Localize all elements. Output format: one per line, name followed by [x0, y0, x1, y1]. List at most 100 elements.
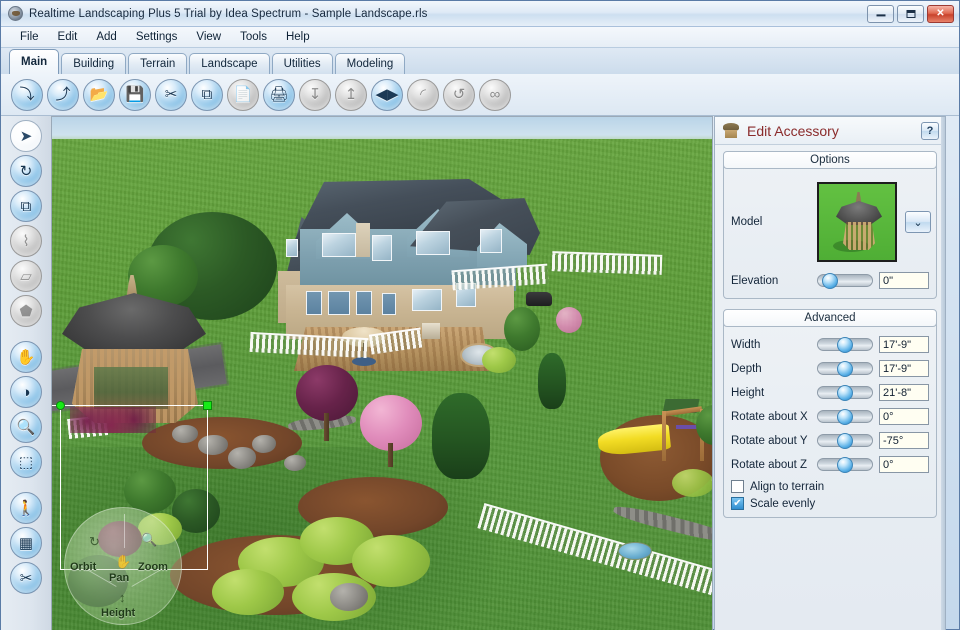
orbit-icon[interactable]: ↻: [89, 534, 100, 550]
minimize-button[interactable]: [867, 5, 894, 23]
rotate-about-y-slider[interactable]: [817, 433, 873, 449]
mirror-button[interactable]: ◀▶: [371, 78, 403, 111]
tab-landscape[interactable]: Landscape: [189, 53, 270, 74]
walkthrough-button[interactable]: 🚶: [10, 492, 42, 524]
menu-item-file[interactable]: File: [11, 29, 48, 45]
parked-car[interactable]: [526, 292, 552, 306]
orbit-view-button[interactable]: ◑: [10, 376, 42, 408]
rotate-about-x-value[interactable]: 0°: [879, 408, 929, 425]
rotate-tool-button[interactable]: ↻: [10, 155, 42, 187]
conifer-center[interactable]: [432, 393, 490, 479]
pond[interactable]: [618, 542, 652, 560]
menu-item-settings[interactable]: Settings: [127, 29, 187, 45]
tab-building[interactable]: Building: [61, 53, 127, 74]
model-dropdown-button[interactable]: ⌄: [905, 211, 931, 233]
shrub-playground[interactable]: [672, 469, 712, 497]
select-arrow-button[interactable]: ➤: [10, 120, 42, 152]
tab-utilities[interactable]: Utilities: [271, 53, 333, 74]
height-slider[interactable]: [817, 385, 873, 401]
rotate-about-y-value[interactable]: -75°: [879, 432, 929, 449]
copy-button[interactable]: ⧉: [191, 78, 223, 111]
depth-label: Depth: [731, 362, 762, 375]
grill[interactable]: [422, 323, 440, 339]
scale-evenly-row[interactable]: Scale evenly: [731, 497, 929, 510]
print-button[interactable]: 🖨: [263, 78, 295, 111]
panel-scrollbar[interactable]: [941, 117, 945, 630]
orbit-view-icon: ◑: [21, 383, 31, 401]
magnifier-icon[interactable]: 🔍: [141, 532, 157, 548]
hand-pan-button[interactable]: ✋: [10, 341, 42, 373]
flowering-shrub-right[interactable]: [556, 307, 582, 333]
close-button[interactable]: ✕: [927, 5, 954, 23]
elevation-value[interactable]: 0": [879, 272, 929, 289]
rotate-about-z-slider[interactable]: [817, 457, 873, 473]
swing-post-left: [662, 411, 666, 461]
magnet-snap-button[interactable]: ✂: [10, 562, 42, 594]
tab-strip: Main Building Terrain Landscape Utilitie…: [1, 48, 959, 74]
elevation-slider-thumb[interactable]: [821, 273, 838, 289]
help-button[interactable]: ?: [921, 121, 939, 140]
grid-terrain-button[interactable]: ▦: [10, 527, 42, 559]
tab-terrain[interactable]: Terrain: [128, 53, 188, 74]
tab-modeling[interactable]: Modeling: [334, 53, 406, 74]
align-to-terrain-checkbox[interactable]: [731, 480, 744, 493]
depth-slider[interactable]: [817, 361, 873, 377]
hand-icon[interactable]: ✋: [115, 554, 131, 570]
elevation-slider[interactable]: [817, 273, 873, 289]
import-icon: 📂: [89, 86, 109, 103]
close-icon: ✕: [936, 8, 945, 19]
tab-main[interactable]: Main: [9, 49, 60, 74]
design-viewport-3d[interactable]: ↻ 🔍 ✋ ↕ Orbit Zoom Pan Height: [51, 116, 713, 630]
import-button[interactable]: 📂: [83, 78, 115, 111]
left-tool-palette: ➤ ↻ ⧉ ⌇ ▱ ⬟ ✋ ◑ 🔍 ⬚ 🚶 ▦ ✂: [1, 116, 51, 630]
height-value[interactable]: 21'-8": [879, 384, 929, 401]
rotate-about-x-slider[interactable]: [817, 409, 873, 425]
rotate-handle[interactable]: [56, 401, 65, 410]
height-label: Height: [731, 386, 765, 399]
save-button[interactable]: 💾: [119, 78, 151, 111]
new-button[interactable]: ⤵: [11, 78, 43, 111]
maximize-button[interactable]: [897, 5, 924, 23]
width-slider[interactable]: [817, 337, 873, 353]
navigation-widget[interactable]: ↻ 🔍 ✋ ↕ Orbit Zoom Pan Height: [64, 507, 182, 625]
rotate-about-y-slider-thumb[interactable]: [837, 433, 853, 449]
shrub-round-4[interactable]: [212, 569, 284, 615]
depth-row: Depth 17'-9": [731, 360, 929, 377]
application-window: Realtime Landscaping Plus 5 Trial by Ide…: [0, 0, 960, 630]
model-thumbnail[interactable]: [817, 182, 897, 262]
open-button[interactable]: ⤴: [47, 78, 79, 111]
zoom-extents-button[interactable]: ⬚: [10, 446, 42, 478]
patio-table[interactable]: [352, 357, 376, 366]
shrub-right-1[interactable]: [482, 347, 516, 373]
gazebo-model[interactable]: [52, 267, 212, 570]
menu-item-help[interactable]: Help: [277, 29, 319, 45]
app-globe-icon: [8, 6, 23, 21]
cut-button[interactable]: ✂: [155, 78, 187, 111]
width-slider-thumb[interactable]: [837, 337, 853, 353]
height-slider-thumb[interactable]: [837, 385, 853, 401]
fence-far-right[interactable]: [551, 251, 663, 275]
align-bottom-icon: ↥: [344, 86, 358, 103]
scale-evenly-checkbox[interactable]: [731, 497, 744, 510]
depth-slider-thumb[interactable]: [837, 361, 853, 377]
conifer-right-1[interactable]: [538, 353, 566, 409]
zoom-view-button[interactable]: 🔍: [10, 411, 42, 443]
menu-item-edit[interactable]: Edit: [49, 29, 87, 45]
rotate-about-z-value[interactable]: 0°: [879, 456, 929, 473]
width-label: Width: [731, 338, 761, 351]
menu-item-view[interactable]: View: [187, 29, 230, 45]
width-value[interactable]: 17'-9": [879, 336, 929, 353]
menu-item-add[interactable]: Add: [87, 29, 125, 45]
depth-value[interactable]: 17'-9": [879, 360, 929, 377]
tree-right-1[interactable]: [504, 307, 540, 351]
undo-arc-button: ◜: [407, 78, 439, 111]
rotate-about-z-slider-thumb[interactable]: [837, 457, 853, 473]
copy-move-button[interactable]: ⧉: [10, 190, 42, 222]
menu-item-tools[interactable]: Tools: [231, 29, 276, 45]
resize-handle[interactable]: [203, 401, 212, 410]
align-to-terrain-row[interactable]: Align to terrain: [731, 480, 929, 493]
rotate-about-x-slider-thumb[interactable]: [837, 409, 853, 425]
updown-arrow-icon[interactable]: ↕: [119, 590, 126, 605]
region-tool-icon: ⬟: [19, 302, 33, 320]
elevation-label: Elevation: [731, 274, 779, 287]
